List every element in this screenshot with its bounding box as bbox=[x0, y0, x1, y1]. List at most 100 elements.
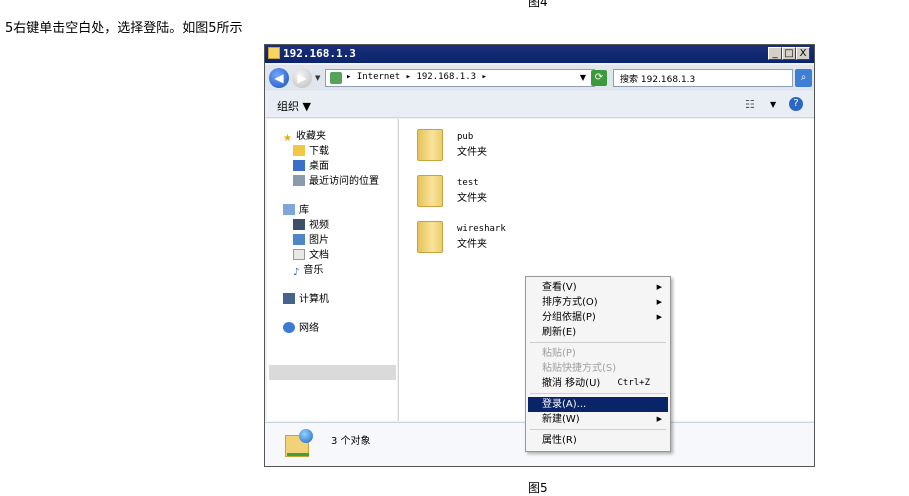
refresh-icon[interactable]: ⟳ bbox=[591, 70, 607, 86]
menu-item-view[interactable]: 查看(V) ▶ bbox=[528, 280, 668, 295]
recent-places-icon bbox=[293, 175, 305, 186]
nav-network-label: 网络 bbox=[299, 323, 319, 334]
menu-item-view-label: 查看(V) bbox=[542, 282, 577, 293]
folder-icon[interactable] bbox=[417, 129, 443, 161]
nav-favorites-label: 收藏夹 bbox=[295, 131, 326, 142]
menu-item-sort[interactable]: 排序方式(O) ▶ bbox=[528, 295, 668, 310]
computer-icon bbox=[283, 293, 295, 304]
nav-music[interactable]: ♪ 音乐 bbox=[293, 261, 323, 278]
folder-icon[interactable] bbox=[417, 175, 443, 207]
nav-pictures-label: 图片 bbox=[309, 235, 329, 246]
nav-pictures[interactable]: 图片 bbox=[293, 231, 329, 246]
window-title: 192.168.1.3 bbox=[283, 47, 356, 60]
address-bar[interactable]: ▸ Internet ▸ 192.168.1.3 ▸ ▼ bbox=[325, 69, 595, 87]
menu-separator bbox=[530, 429, 666, 430]
search-input[interactable]: 搜索 192.168.1.3 bbox=[613, 69, 793, 87]
close-button[interactable]: X bbox=[796, 47, 810, 60]
network-icon bbox=[330, 72, 342, 84]
folder-type: 文件夹 bbox=[457, 193, 487, 204]
view-options-icon[interactable]: ☷ bbox=[745, 98, 755, 111]
star-icon: ★ bbox=[283, 133, 292, 144]
menu-item-sort-label: 排序方式(O) bbox=[542, 297, 598, 308]
menu-item-properties-label: 属性(R) bbox=[542, 435, 577, 446]
submenu-arrow-icon: ▶ bbox=[656, 283, 662, 291]
folder-name[interactable]: test bbox=[457, 178, 479, 188]
nav-downloads-label: 下载 bbox=[309, 146, 329, 157]
menu-item-undo-move[interactable]: 撤消 移动(U) Ctrl+Z bbox=[528, 376, 668, 391]
search-placeholder: 搜索 192.168.1.3 bbox=[620, 75, 696, 85]
nav-computer[interactable]: 计算机 bbox=[283, 290, 329, 305]
folder-type: 文件夹 bbox=[457, 147, 487, 158]
command-toolbar: 组织 ▼ ☷ ▼ ? bbox=[265, 92, 814, 118]
context-menu: 查看(V) ▶ 排序方式(O) ▶ 分组依据(P) ▶ 刷新(E) 粘贴(P) 粘贴快… bbox=[525, 276, 671, 452]
menu-item-paste-label: 粘贴(P) bbox=[542, 348, 576, 359]
folder-type: 文件夹 bbox=[457, 239, 487, 250]
download-folder-icon bbox=[293, 145, 305, 156]
selected-row-highlight bbox=[269, 365, 396, 380]
document-icon bbox=[293, 249, 305, 260]
submenu-arrow-icon: ▶ bbox=[656, 313, 662, 321]
maximize-button[interactable]: □ bbox=[782, 47, 796, 60]
desktop-icon bbox=[293, 160, 305, 171]
nav-documents-label: 文档 bbox=[309, 250, 329, 261]
back-arrow-icon[interactable]: ◀ bbox=[269, 68, 289, 88]
nav-desktop[interactable]: 桌面 bbox=[293, 157, 329, 172]
menu-item-refresh[interactable]: 刷新(E) bbox=[528, 325, 668, 340]
menu-separator bbox=[530, 393, 666, 394]
menu-item-login[interactable]: 登录(A)... bbox=[528, 397, 668, 412]
nav-libraries[interactable]: 库 bbox=[283, 201, 309, 216]
network-share-icon bbox=[285, 429, 313, 459]
undo-shortcut-hint: Ctrl+Z bbox=[617, 378, 650, 388]
menu-item-paste: 粘贴(P) bbox=[528, 346, 668, 361]
submenu-arrow-icon: ▶ bbox=[656, 415, 662, 423]
nav-network[interactable]: 网络 bbox=[283, 319, 319, 334]
nav-videos-label: 视频 bbox=[309, 220, 329, 231]
top-figure-caption: 图4 bbox=[528, 0, 548, 9]
menu-separator bbox=[530, 342, 666, 343]
nav-desktop-label: 桌面 bbox=[309, 161, 329, 172]
menu-item-group-label: 分组依据(P) bbox=[542, 312, 596, 323]
network-folder-icon bbox=[268, 47, 280, 59]
search-icon[interactable]: ⌕ bbox=[795, 69, 812, 87]
menu-item-properties[interactable]: 属性(R) bbox=[528, 433, 668, 448]
nav-downloads[interactable]: 下载 bbox=[293, 142, 329, 157]
item-count: 3 个对象 bbox=[331, 436, 371, 447]
menu-item-login-label: 登录(A)... bbox=[542, 399, 587, 410]
address-dropdown-icon[interactable]: ▼ bbox=[580, 73, 586, 82]
minimize-button[interactable]: _ bbox=[768, 47, 782, 60]
picture-icon bbox=[293, 234, 305, 245]
navigation-pane: ★收藏夹 下载 桌面 最近访问的位置 库 视频 图片 文档 ♪音乐 计算机 bbox=[267, 119, 397, 421]
forward-arrow-icon[interactable]: ▶ bbox=[292, 68, 312, 88]
nav-recent[interactable]: 最近访问的位置 bbox=[293, 172, 379, 187]
menu-item-new[interactable]: 新建(W) ▶ bbox=[528, 412, 668, 427]
help-icon[interactable]: ? bbox=[789, 97, 803, 111]
menu-item-paste-shortcut-label: 粘贴快捷方式(S) bbox=[542, 363, 617, 374]
menu-item-new-label: 新建(W) bbox=[542, 414, 580, 425]
history-dropdown-icon[interactable]: ▼ bbox=[315, 74, 320, 82]
menu-item-group[interactable]: 分组依据(P) ▶ bbox=[528, 310, 668, 325]
music-note-icon: ♪ bbox=[293, 267, 300, 278]
folder-icon[interactable] bbox=[417, 221, 443, 253]
network-icon bbox=[283, 322, 295, 333]
folder-name[interactable]: wireshark bbox=[457, 224, 506, 234]
submenu-arrow-icon: ▶ bbox=[656, 298, 662, 306]
menu-item-paste-shortcut: 粘贴快捷方式(S) bbox=[528, 361, 668, 376]
nav-recent-label: 最近访问的位置 bbox=[309, 176, 379, 187]
nav-music-label: 音乐 bbox=[303, 265, 324, 276]
organize-button[interactable]: 组织 ▼ bbox=[277, 98, 311, 114]
nav-computer-label: 计算机 bbox=[299, 294, 329, 305]
nav-videos[interactable]: 视频 bbox=[293, 216, 329, 231]
address-path: ▸ Internet ▸ 192.168.1.3 ▸ bbox=[346, 72, 487, 82]
menu-item-undo-move-label: 撤消 移动(U) bbox=[542, 378, 601, 389]
folder-name[interactable]: pub bbox=[457, 132, 473, 142]
menu-item-refresh-label: 刷新(E) bbox=[542, 327, 577, 338]
instruction-text: 5右键单击空白处，选择登陆。如图5所示 bbox=[5, 21, 243, 36]
video-icon bbox=[293, 219, 305, 230]
navigation-bar: ◀ ▶ ▼ ▸ Internet ▸ 192.168.1.3 ▸ ▼ ⟳ 搜索 … bbox=[265, 65, 814, 91]
nav-documents[interactable]: 文档 bbox=[293, 246, 329, 261]
view-dropdown-icon[interactable]: ▼ bbox=[770, 100, 776, 109]
nav-libraries-label: 库 bbox=[299, 205, 309, 216]
figure-caption: 图5 bbox=[528, 481, 548, 495]
title-bar[interactable]: 192.168.1.3 _ □ X bbox=[265, 45, 814, 63]
library-icon bbox=[283, 204, 295, 215]
